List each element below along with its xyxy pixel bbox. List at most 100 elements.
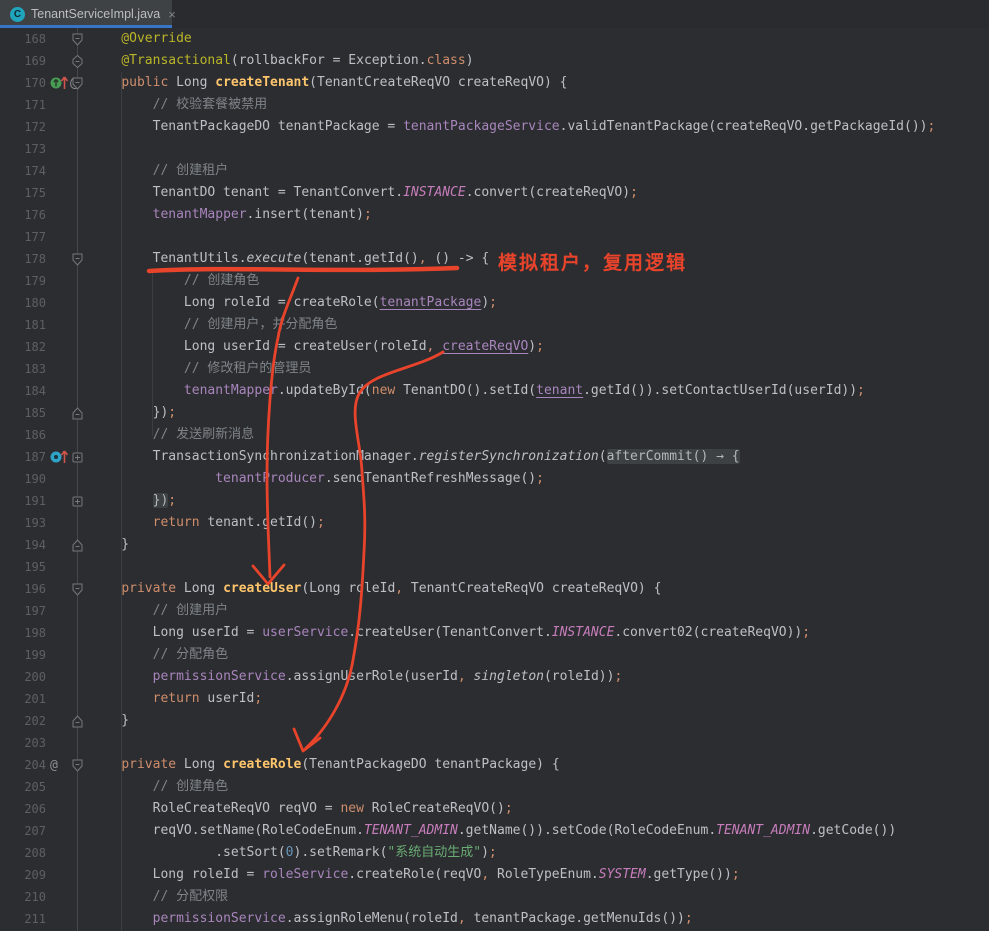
code-text[interactable]: TransactionSynchronizationManager.regist… [90, 446, 740, 468]
line-number: 185 [0, 402, 46, 424]
code-text[interactable]: reqVO.setName(RoleCodeEnum.TENANT_ADMIN.… [90, 820, 896, 842]
fold-collapse-icon[interactable] [70, 714, 85, 729]
code-text[interactable]: public Long createTenant(TenantCreateReq… [90, 72, 567, 94]
code-text[interactable]: TenantPackageDO tenantPackage = tenantPa… [90, 116, 935, 138]
code-line[interactable]: 171 // 校验套餐被禁用 [0, 94, 989, 116]
code-text[interactable]: // 校验套餐被禁用 [90, 94, 267, 116]
code-text[interactable]: // 修改租户的管理员 [90, 358, 311, 380]
code-line[interactable]: 179 // 创建角色 [0, 270, 989, 292]
gutter-icons[interactable]: @ [50, 754, 58, 776]
code-text[interactable]: }); [90, 402, 176, 424]
fold-collapse-icon[interactable] [70, 54, 85, 69]
code-line[interactable]: 194 } [0, 534, 989, 556]
tab-tenantserviceimpl[interactable]: C TenantServiceImpl.java × [0, 0, 172, 28]
code-line[interactable]: 193 return tenant.getId(); [0, 512, 989, 534]
code-line[interactable]: 210 // 分配权限 [0, 886, 989, 908]
code-line[interactable]: 191 }); [0, 490, 989, 512]
code-line[interactable]: 205 // 创建角色 [0, 776, 989, 798]
code-text[interactable]: // 发送刷新消息 [90, 424, 254, 446]
code-line[interactable]: 184 tenantMapper.updateById(new TenantDO… [0, 380, 989, 402]
code-line[interactable]: 185 }); [0, 402, 989, 424]
code-text[interactable]: // 分配角色 [90, 644, 228, 666]
code-text[interactable]: Long userId = createUser(roleId, createR… [90, 336, 544, 358]
code-text[interactable]: @Transactional(rollbackFor = Exception.c… [90, 50, 474, 72]
code-text[interactable]: // 创建用户，并分配角色 [90, 314, 337, 336]
code-editor[interactable]: 168 @Override169 @Transactional(rollback… [0, 28, 989, 931]
code-text[interactable]: // 创建角色 [90, 776, 228, 798]
code-line[interactable]: 199 // 分配角色 [0, 644, 989, 666]
line-number: 191 [0, 490, 46, 512]
code-line[interactable]: 196 private Long createUser(Long roleId,… [0, 578, 989, 600]
line-number: 183 [0, 358, 46, 380]
code-line[interactable]: 169 @Transactional(rollbackFor = Excepti… [0, 50, 989, 72]
code-line[interactable]: 180 Long roleId = createRole(tenantPacka… [0, 292, 989, 314]
fold-expand-icon[interactable] [70, 494, 85, 509]
code-line[interactable]: 211 permissionService.assignRoleMenu(rol… [0, 908, 989, 930]
code-line[interactable]: 206 RoleCreateReqVO reqVO = new RoleCrea… [0, 798, 989, 820]
code-line[interactable]: 190 tenantProducer.sendTenantRefreshMess… [0, 468, 989, 490]
fold-collapse-icon[interactable] [70, 406, 85, 421]
code-text[interactable]: // 创建租户 [90, 160, 228, 182]
code-text[interactable]: // 分配权限 [90, 886, 228, 908]
code-text[interactable]: } [90, 710, 129, 732]
fold-collapse-icon[interactable] [70, 582, 85, 597]
code-text[interactable]: @Override [90, 28, 192, 50]
code-line[interactable]: 173 [0, 138, 989, 160]
code-line[interactable]: 168 @Override [0, 28, 989, 50]
code-line[interactable]: 182 Long userId = createUser(roleId, cre… [0, 336, 989, 358]
code-line[interactable]: 209 Long roleId = roleService.createRole… [0, 864, 989, 886]
code-line[interactable]: 174 // 创建租户 [0, 160, 989, 182]
fold-collapse-icon[interactable] [70, 252, 85, 267]
code-text[interactable]: permissionService.assignUserRole(userId,… [90, 666, 622, 688]
code-text[interactable]: permissionService.assignRoleMenu(roleId,… [90, 908, 693, 930]
code-text[interactable]: TenantDO tenant = TenantConvert.INSTANCE… [90, 182, 638, 204]
fold-expand-icon[interactable] [70, 450, 85, 465]
code-line[interactable]: 183 // 修改租户的管理员 [0, 358, 989, 380]
annotation-icon[interactable]: @ [50, 758, 58, 773]
code-line[interactable]: 195 [0, 556, 989, 578]
code-text[interactable]: .setSort(0).setRemark("系统自动生成"); [90, 842, 497, 864]
code-line[interactable]: 197 // 创建用户 [0, 600, 989, 622]
code-text[interactable]: tenantMapper.updateById(new TenantDO().s… [90, 380, 865, 402]
code-line[interactable]: 208 .setSort(0).setRemark("系统自动生成"); [0, 842, 989, 864]
fold-collapse-icon[interactable] [70, 538, 85, 553]
code-line[interactable]: 178 TenantUtils.execute(tenant.getId(), … [0, 248, 989, 270]
code-line[interactable]: 186 // 发送刷新消息 [0, 424, 989, 446]
code-line[interactable]: 187 TransactionSynchronizationManager.re… [0, 446, 989, 468]
code-text[interactable]: tenantProducer.sendTenantRefreshMessage(… [90, 468, 544, 490]
gutter-icons[interactable] [50, 446, 69, 468]
code-text[interactable]: private Long createRole(TenantPackageDO … [90, 754, 560, 776]
code-text[interactable]: Long roleId = roleService.createRole(req… [90, 864, 740, 886]
code-line[interactable]: 172 TenantPackageDO tenantPackage = tena… [0, 116, 989, 138]
close-tab-icon[interactable]: × [168, 7, 176, 22]
code-text[interactable]: // 创建用户 [90, 600, 228, 622]
code-text[interactable]: return tenant.getId(); [90, 512, 325, 534]
code-line[interactable]: 198 Long userId = userService.createUser… [0, 622, 989, 644]
code-line[interactable]: 201 return userId; [0, 688, 989, 710]
fold-collapse-icon[interactable] [70, 758, 85, 773]
code-line[interactable]: 203 [0, 732, 989, 754]
code-text[interactable]: } [90, 534, 129, 556]
code-text[interactable]: Long roleId = createRole(tenantPackage); [90, 292, 497, 314]
code-text[interactable]: private Long createUser(Long roleId, Ten… [90, 578, 661, 600]
code-line[interactable]: 204@ private Long createRole(TenantPacka… [0, 754, 989, 776]
code-line[interactable]: 181 // 创建用户，并分配角色 [0, 314, 989, 336]
code-line[interactable]: 176 tenantMapper.insert(tenant); [0, 204, 989, 226]
arrow-up-icon[interactable] [64, 449, 69, 465]
code-line[interactable]: 177 [0, 226, 989, 248]
code-text[interactable]: }); [90, 490, 176, 512]
code-text[interactable]: Long userId = userService.createUser(Ten… [90, 622, 810, 644]
code-text[interactable]: tenantMapper.insert(tenant); [90, 204, 372, 226]
code-text[interactable]: // 创建角色 [90, 270, 259, 292]
code-text[interactable]: return userId; [90, 688, 262, 710]
arrow-up-icon[interactable] [64, 75, 69, 91]
code-line[interactable]: 207 reqVO.setName(RoleCodeEnum.TENANT_AD… [0, 820, 989, 842]
code-text[interactable]: RoleCreateReqVO reqVO = new RoleCreateRe… [90, 798, 513, 820]
code-line[interactable]: 202 } [0, 710, 989, 732]
code-line[interactable]: 175 TenantDO tenant = TenantConvert.INST… [0, 182, 989, 204]
fold-collapse-icon[interactable] [70, 32, 85, 47]
code-text[interactable]: TenantUtils.execute(tenant.getId(), () -… [90, 248, 489, 270]
fold-collapse-icon[interactable] [70, 76, 85, 91]
code-line[interactable]: 200 permissionService.assignUserRole(use… [0, 666, 989, 688]
code-line[interactable]: 170@ public Long createTenant(TenantCrea… [0, 72, 989, 94]
